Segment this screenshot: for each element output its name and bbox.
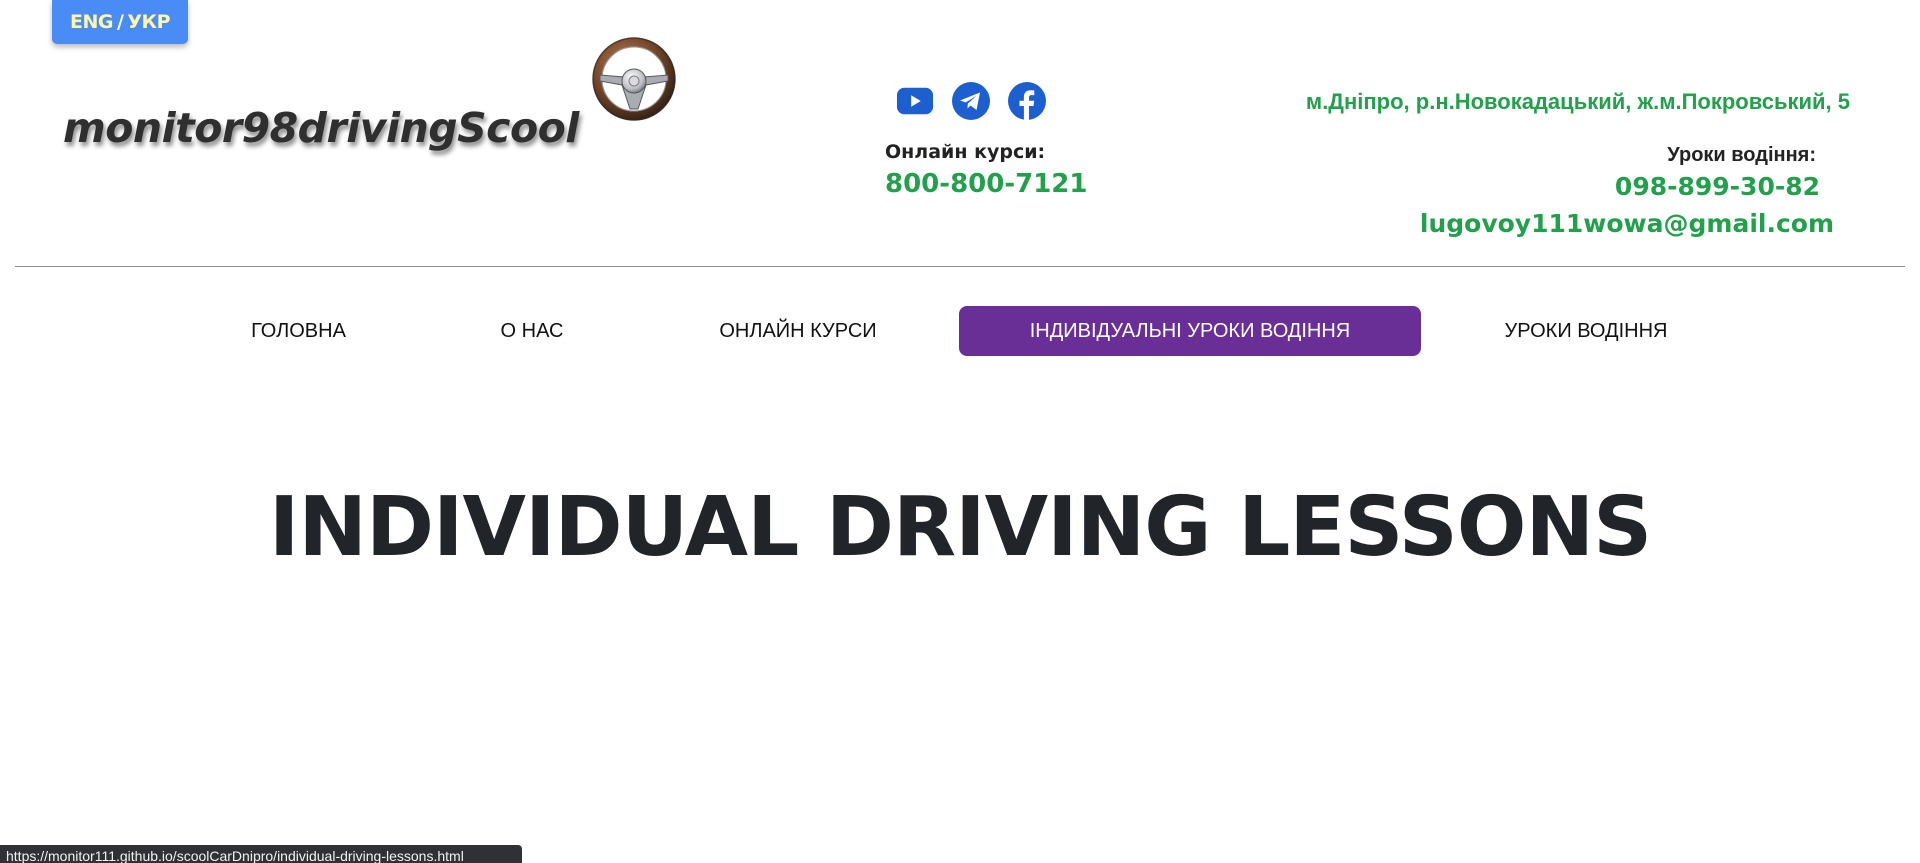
page-title: INDIVIDUAL DRIVING LESSONS (268, 480, 1652, 575)
main-nav: ГОЛОВНА О НАС ОНЛАЙН КУРСИ ІНДИВІДУАЛЬНІ… (0, 306, 1920, 356)
social-links (896, 82, 1046, 120)
facebook-icon[interactable] (1008, 82, 1046, 120)
lang-ukr-label[interactable]: УКР (127, 11, 170, 33)
driving-lessons-label: Уроки водіння: (1667, 144, 1816, 166)
youtube-icon[interactable] (896, 82, 934, 120)
nav-item-individual-lessons[interactable]: ІНДИВІДУАЛЬНІ УРОКИ ВОДІННЯ (959, 306, 1421, 356)
online-courses-phone[interactable]: 800-800-7121 (885, 169, 1088, 199)
lang-eng-label[interactable]: ENG (70, 11, 113, 33)
nav-item-home[interactable]: ГОЛОВНА (236, 306, 361, 356)
page: ENG / УКР monitor98drivingScool Онлайн к… (0, 0, 1920, 863)
telegram-icon[interactable] (952, 82, 990, 120)
driving-lessons-phone[interactable]: 098-899-30-82 (1615, 172, 1820, 201)
nav-item-about[interactable]: О НАС (482, 306, 582, 356)
language-toggle-button[interactable]: ENG / УКР (52, 0, 188, 44)
address-text: м.Дніпро, р.н.Новокадацький, ж.м.Покровс… (1305, 89, 1850, 114)
nav-item-online-courses[interactable]: ОНЛАЙН КУРСИ (708, 306, 888, 356)
lang-separator: / (116, 11, 124, 33)
online-courses-label: Онлайн курси: (885, 141, 1046, 163)
contact-email[interactable]: lugovoy111wowa@gmail.com (1420, 209, 1834, 238)
nav-item-driving-lessons[interactable]: УРОКИ ВОДІННЯ (1491, 306, 1681, 356)
status-bar-url: https://monitor111.github.io/scoolCarDni… (0, 845, 522, 863)
steering-wheel-icon (590, 35, 678, 123)
site-logo-text[interactable]: monitor98drivingScool (63, 104, 579, 152)
header-divider (15, 266, 1905, 267)
